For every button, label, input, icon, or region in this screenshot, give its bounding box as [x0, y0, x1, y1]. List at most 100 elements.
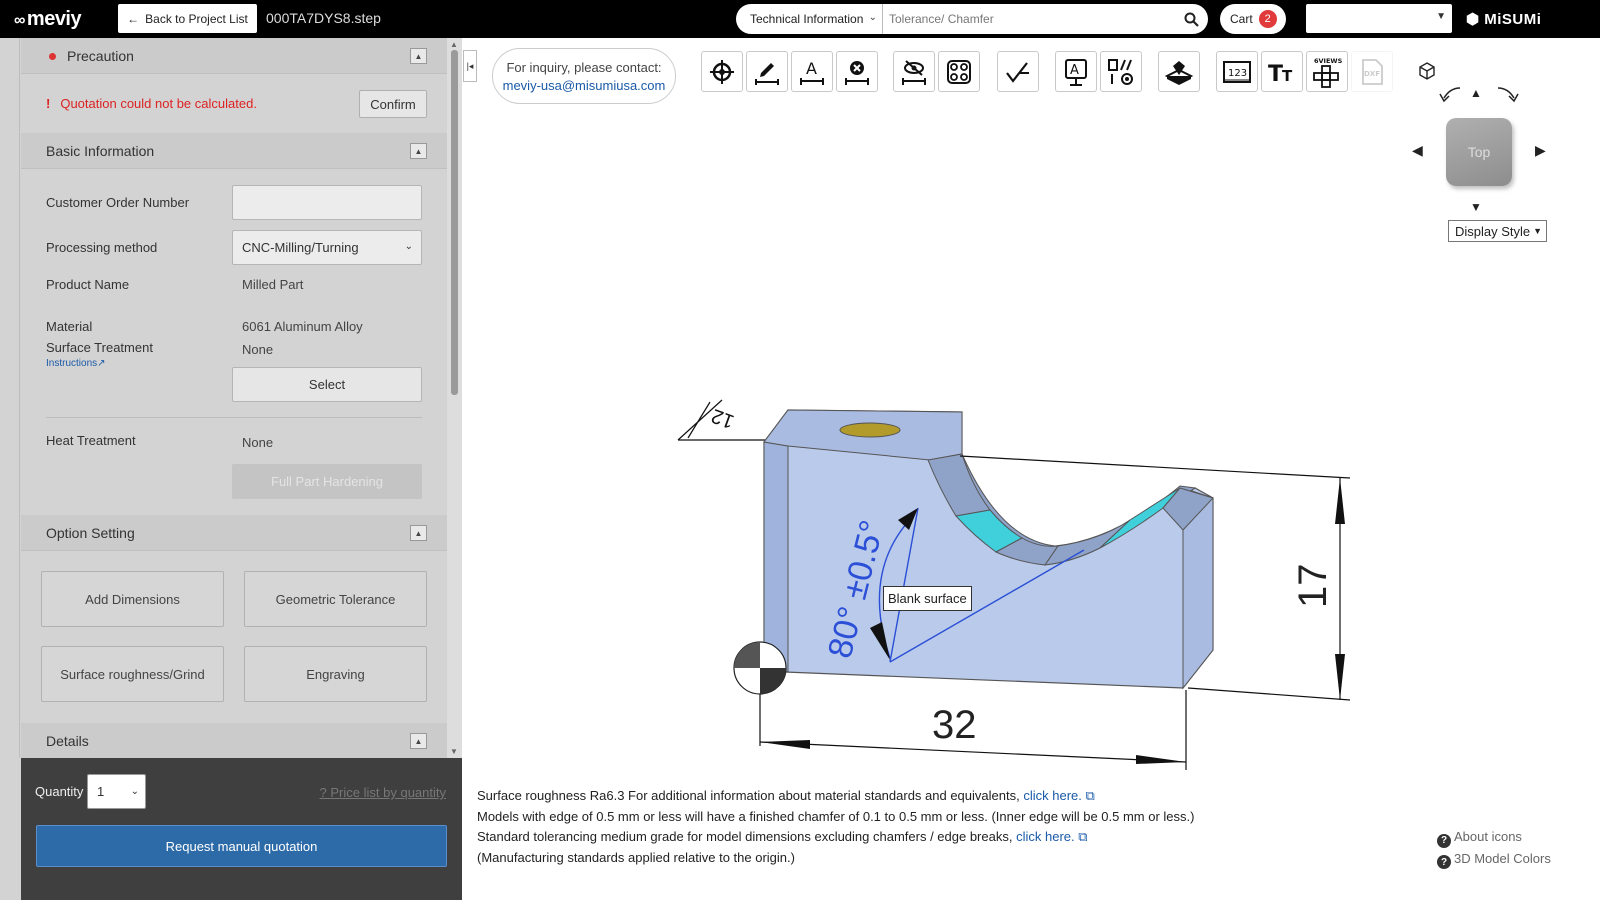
dimension-edit-icon[interactable] [746, 51, 788, 92]
collapse-precaution-button[interactable]: ▲ [410, 48, 427, 64]
misumi-logo[interactable]: ⬢ MiSUMi [1466, 10, 1541, 28]
height-arrow [1335, 654, 1345, 700]
price-list-link[interactable]: ? Price list by quantity [320, 785, 446, 800]
inquiry-contact: For inquiry, please contact: meviy-usa@m… [492, 48, 676, 104]
dxf-label: DXF [1364, 70, 1380, 78]
width-arrow [1136, 755, 1186, 764]
inquiry-email-link[interactable]: meviy-usa@misumiusa.com [493, 77, 675, 95]
exclamation-icon: ! [46, 96, 51, 111]
scroll-up-icon[interactable]: ▲ [450, 40, 458, 49]
precaution-header[interactable]: Precaution ▲ [21, 38, 447, 74]
text-size-icon[interactable]: TT [1261, 51, 1303, 92]
width-dimension-value: 32 [932, 703, 977, 747]
width-arrow [760, 740, 810, 749]
engraving-button[interactable]: Engraving [244, 646, 427, 702]
search-bar: Technical Information ⌄ Tolerance/ Chamf… [736, 4, 1208, 34]
note-line: Standard tolerancing medium grade for mo… [477, 829, 1088, 844]
blank-surface-tooltip: Blank surface [883, 586, 972, 611]
full-part-hardening-button[interactable]: Full Part Hardening [232, 464, 422, 499]
note-line: Surface roughness Ra6.3 For additional i… [477, 788, 1095, 803]
six-views-icon[interactable]: 6VIEWS [1306, 51, 1348, 92]
left-face[interactable] [763, 441, 789, 673]
chevron-down-icon: ▼ [1533, 226, 1542, 236]
chevron-down-icon: ⌄ [404, 241, 413, 252]
chevron-down-icon: ⌄ [868, 12, 877, 23]
engraving-icon[interactable]: A [1055, 51, 1097, 92]
svg-text:T: T [1268, 62, 1283, 84]
tolerancing-link[interactable]: click here. ⧉ [1016, 829, 1087, 844]
depth-arrow-line [687, 401, 711, 439]
display-style-select[interactable]: Display Style ▼ [1448, 220, 1547, 242]
search-icon[interactable] [1174, 4, 1208, 34]
collapse-basic-info-button[interactable]: ▲ [410, 143, 427, 159]
surface-treatment-label: Surface Treatment [46, 340, 153, 355]
origin-icon[interactable] [701, 51, 743, 92]
cart-button[interactable]: Cart 2 [1220, 4, 1286, 34]
quotation-panel: Precaution ▲ ! Quotation could not be cal… [21, 38, 447, 758]
dimension-delete-icon[interactable] [836, 51, 878, 92]
tabular-dimension-icon[interactable]: 123 [1216, 51, 1258, 92]
rotate-left-icon[interactable] [1438, 84, 1464, 107]
geometric-tolerance-button[interactable]: Geometric Tolerance [244, 571, 427, 627]
processing-method-select[interactable]: CNC-Milling/Turning ⌄ [232, 230, 422, 265]
collapse-option-setting-button[interactable]: ▲ [410, 525, 427, 541]
manufacturing-notes: Surface roughness Ra6.3 For additional i… [477, 786, 1194, 868]
arrow-left-icon[interactable]: ◀ [1412, 142, 1423, 159]
svg-text:A: A [1070, 63, 1079, 78]
top-bar: ∞ meviy ← Back to Project List 000TA7DYS8… [0, 0, 1600, 38]
scroll-down-icon[interactable]: ▼ [450, 747, 458, 756]
panel-scrollbar[interactable]: ▲ ▼ [447, 38, 462, 758]
part-3d-model[interactable]: 12 80° ±0.5° 17 32 [660, 390, 1380, 780]
meviy-logo[interactable]: ∞ meviy [14, 8, 82, 31]
details-header[interactable]: Details ▲ [21, 723, 447, 758]
processing-method-label: Processing method [46, 240, 158, 255]
select-features-icon[interactable] [938, 51, 980, 92]
request-manual-quotation-button[interactable]: Request manual quotation [36, 825, 447, 867]
confirm-button[interactable]: Confirm [359, 90, 427, 118]
dxf-icon[interactable]: DXF [1351, 51, 1393, 92]
hide-dimension-icon[interactable] [893, 51, 935, 92]
option-setting-header[interactable]: Option Setting ▲ [21, 515, 447, 551]
geometric-tolerance-icon[interactable] [1100, 51, 1142, 92]
basic-information-header[interactable]: Basic Information ▲ [21, 133, 447, 169]
view-cube[interactable]: Top [1446, 118, 1512, 186]
technical-information-select[interactable]: Technical Information ⌄ [736, 4, 883, 34]
instructions-link[interactable]: Instructions↗ [46, 358, 106, 369]
external-link-icon: ⧉ [1085, 788, 1095, 803]
surface-roughness-button[interactable]: Surface roughness/Grind [41, 646, 224, 702]
arrow-down-icon[interactable]: ▼ [1470, 200, 1482, 214]
surface-roughness-icon[interactable] [997, 51, 1039, 92]
about-icons-link[interactable]: ? About icons [1437, 826, 1551, 848]
material-standards-link[interactable]: click here. ⧉ [1023, 788, 1094, 803]
quantity-select[interactable]: 1 ⌄ [87, 774, 146, 809]
dimension-text-icon[interactable]: A [791, 51, 833, 92]
external-link-icon: ↗ [97, 358, 106, 369]
arrow-right-icon[interactable]: ▶ [1535, 142, 1546, 159]
customer-order-field[interactable] [232, 185, 422, 220]
arrow-up-icon[interactable]: ▲ [1470, 86, 1482, 100]
surface-select-button[interactable]: Select [232, 367, 422, 402]
model-colors-link[interactable]: ? 3D Model Colors [1437, 848, 1551, 869]
collapse-panel-button[interactable]: |◂ [463, 50, 477, 82]
external-link-icon: ⧉ [1078, 829, 1088, 844]
six-views-label: 6VIEWS [1314, 57, 1343, 65]
pin-icon[interactable] [1158, 51, 1200, 92]
product-name-label: Product Name [46, 277, 130, 292]
heat-treatment-value: None [242, 435, 274, 450]
add-dimensions-button[interactable]: Add Dimensions [41, 571, 224, 627]
cube-outline-icon[interactable] [1418, 62, 1436, 83]
origin-marker-icon[interactable] [733, 641, 787, 695]
back-to-project-list-button[interactable]: ← Back to Project List [118, 4, 257, 33]
scroll-thumb[interactable] [451, 50, 458, 395]
svg-text:T: T [1282, 67, 1293, 84]
quotation-warning: ! Quotation could not be calculated. [46, 96, 257, 111]
chevron-down-icon: ▼ [1436, 11, 1446, 22]
search-input[interactable]: Tolerance/ Chamfer [883, 4, 1174, 34]
hole[interactable] [839, 422, 901, 438]
collapse-details-button[interactable]: ▲ [410, 733, 427, 749]
cube-icon: ⬢ [1466, 11, 1485, 28]
account-select[interactable]: ▼ [1306, 4, 1452, 33]
heat-treatment-label: Heat Treatment [46, 433, 136, 448]
rotate-right-icon[interactable] [1494, 84, 1520, 107]
height-extension-line [1187, 687, 1351, 701]
